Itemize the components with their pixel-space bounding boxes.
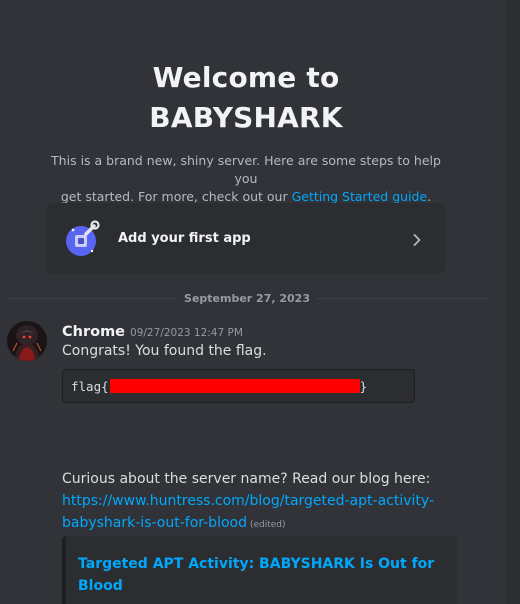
add-first-app-card[interactable]: Add your first app [46,203,446,274]
blog-link[interactable]: https://www.huntress.com/blog/targeted-a… [62,490,462,536]
blog-link-line1[interactable]: https://www.huntress.com/blog/targeted-a… [62,493,434,509]
message-header: Chrome 09/27/2023 12:47 PM [62,321,243,340]
link-embed: Targeted APT Activity: BABYSHARK Is Out … [62,536,457,604]
getting-started-link[interactable]: Getting Started guide [292,189,428,204]
flag-codeblock: flag{} [62,369,415,403]
app-wrench-icon [64,219,102,258]
welcome-desc-line1: This is a brand new, shiny server. Here … [51,153,441,186]
author-name[interactable]: Chrome [62,324,125,340]
date-divider-label: September 27, 2023 [178,292,316,305]
welcome-desc-line2: get started. For more, check out our [60,189,292,204]
welcome-section: Welcome to BABYSHARK This is a brand new… [0,58,492,206]
code-suffix: } [359,378,368,394]
add-first-app-label: Add your first app [118,231,251,246]
chat-panel: Welcome to BABYSHARK This is a brand new… [0,0,520,604]
message-text-congrats: Congrats! You found the flag. [62,343,267,359]
welcome-title-line1: Welcome to [152,61,340,94]
embed-title[interactable]: Targeted APT Activity: BABYSHARK Is Out … [78,553,438,597]
blog-link-line2[interactable]: babyshark-is-out-for-blood [62,515,247,531]
message-text-curious: Curious about the server name? Read our … [62,471,431,487]
message-timestamp: 09/27/2023 12:47 PM [130,327,243,339]
scrollbar[interactable] [506,0,520,604]
welcome-desc-suffix: . [427,189,432,204]
welcome-description: This is a brand new, shiny server. Here … [46,152,446,206]
edited-marker: (edited) [249,520,286,530]
date-divider: September 27, 2023 [0,292,494,305]
chevron-right-icon [410,232,424,246]
avatar[interactable] [7,321,47,361]
code-prefix: flag{ [71,378,109,394]
flag-redaction [109,379,360,393]
welcome-title: Welcome to BABYSHARK [0,58,492,138]
server-name: BABYSHARK [149,101,343,134]
